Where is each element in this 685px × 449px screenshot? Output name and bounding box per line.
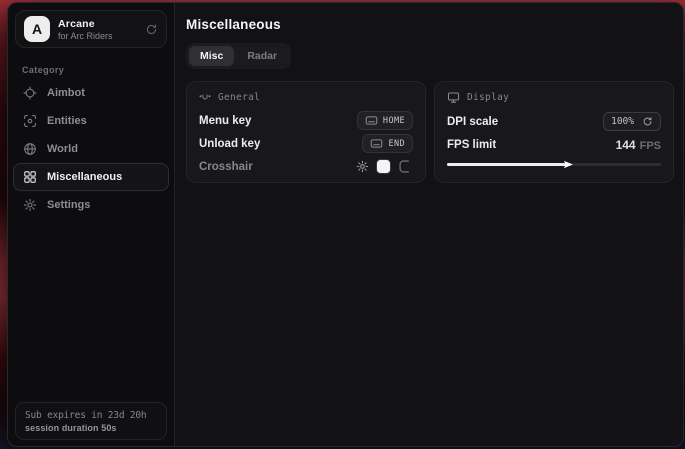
crosshair-color-swatch[interactable] <box>377 160 390 173</box>
port-icon <box>199 91 211 103</box>
dpi-scale-value: 100% <box>611 116 634 127</box>
menu-key-label: Menu key <box>199 115 251 127</box>
keyboard-icon <box>370 138 383 149</box>
crosshair-controls <box>356 159 413 174</box>
sidebar-item-settings[interactable]: Settings <box>13 191 169 219</box>
unload-key-bind-button[interactable]: END <box>362 134 413 153</box>
crosshair-settings-gear-icon[interactable] <box>356 160 369 173</box>
sidebar-item-aimbot[interactable]: Aimbot <box>13 79 169 107</box>
gear-icon <box>23 198 37 212</box>
general-card-header: General <box>199 91 413 103</box>
sidebar-item-label: Miscellaneous <box>47 171 122 183</box>
general-card: General Menu key HOME <box>186 81 426 183</box>
monitor-icon <box>447 91 460 104</box>
profile-text: Arcane for Arc Riders <box>58 18 137 41</box>
display-card-title: Display <box>467 92 509 103</box>
dpi-scale-control[interactable]: 100% <box>603 112 661 131</box>
app-subtitle: for Arc Riders <box>58 31 137 41</box>
profile-card[interactable]: A Arcane for Arc Riders <box>15 10 167 48</box>
app-name: Arcane <box>58 18 137 30</box>
dpi-scale-row: DPI scale 100% <box>447 110 661 133</box>
subscription-info: Sub expires in 23d 20h session duration … <box>15 402 167 440</box>
fps-unit: FPS <box>640 140 661 152</box>
session-duration-text: session duration 50s <box>25 423 157 433</box>
fps-limit-label: FPS limit <box>447 139 496 151</box>
sync-icon[interactable] <box>145 23 158 36</box>
avatar-letter: A <box>32 21 42 37</box>
globe-icon <box>23 142 37 156</box>
dpi-scale-label: DPI scale <box>447 116 498 128</box>
avatar: A <box>24 16 50 42</box>
keyboard-icon <box>365 115 378 126</box>
general-card-title: General <box>218 92 260 103</box>
cards-row: General Menu key HOME <box>186 81 674 183</box>
app-window: A Arcane for Arc Riders Category <box>7 2 684 447</box>
sidebar-item-world[interactable]: World <box>13 135 169 163</box>
fps-limit-value: 144 FPS <box>616 138 661 152</box>
category-label: Category <box>22 65 174 75</box>
sidebar-item-entities[interactable]: Entities <box>13 107 169 135</box>
scan-icon <box>23 114 37 128</box>
menu-key-value: HOME <box>383 116 405 126</box>
sidebar-item-label: Aimbot <box>47 87 85 99</box>
open-square-icon[interactable] <box>398 159 413 174</box>
sidebar-nav: Aimbot Entities Wo <box>8 79 174 219</box>
tab-misc[interactable]: Misc <box>189 46 234 66</box>
tab-bar: Misc Radar <box>186 43 291 69</box>
unload-key-label: Unload key <box>199 138 260 150</box>
sidebar-item-label: Settings <box>47 199 90 211</box>
unload-key-value: END <box>388 139 405 149</box>
menu-key-row: Menu key HOME <box>199 109 413 132</box>
menu-key-bind-button[interactable]: HOME <box>357 111 413 130</box>
crosshair-label: Crosshair <box>199 161 253 173</box>
page-title: Miscellaneous <box>186 17 674 32</box>
sub-expiry-text: Sub expires in 23d 20h <box>25 410 157 421</box>
sidebar-item-label: World <box>47 143 78 155</box>
desktop-background: A Arcane for Arc Riders Category <box>0 0 685 449</box>
grid-icon <box>23 170 37 184</box>
fps-slider-fill <box>447 163 567 166</box>
fps-number: 144 <box>616 138 636 152</box>
sidebar-item-miscellaneous[interactable]: Miscellaneous <box>13 163 169 191</box>
sidebar-item-label: Entities <box>47 115 87 127</box>
unload-key-row: Unload key END <box>199 132 413 155</box>
crosshair-row: Crosshair <box>199 155 413 178</box>
display-card-header: Display <box>447 91 661 104</box>
fps-limit-row: FPS limit 144 FPS <box>447 133 661 156</box>
sidebar: A Arcane for Arc Riders Category <box>8 3 175 446</box>
tab-radar[interactable]: Radar <box>236 46 288 66</box>
refresh-icon[interactable] <box>642 116 653 127</box>
main-content: Miscellaneous Misc Radar General <box>175 3 684 446</box>
fps-slider[interactable] <box>447 160 661 169</box>
crosshair-icon <box>23 86 37 100</box>
display-card: Display DPI scale 100% <box>434 81 674 183</box>
